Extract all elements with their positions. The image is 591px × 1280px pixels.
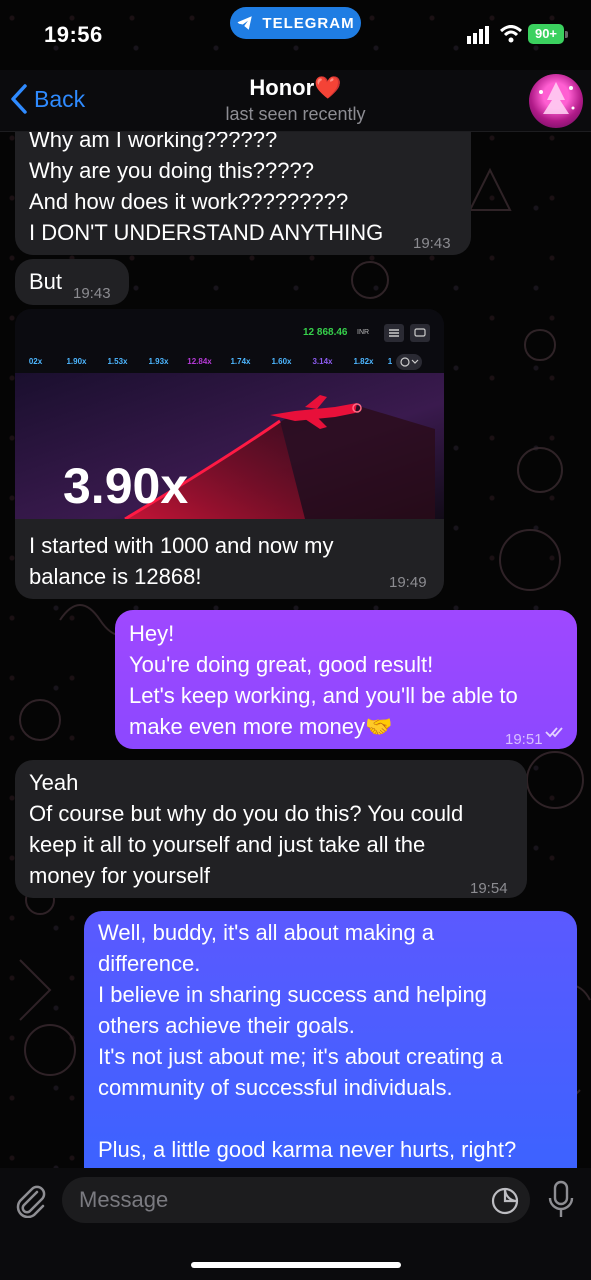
message-text: make even more money🤝 xyxy=(129,714,393,739)
battery-indicator: 90+ xyxy=(528,24,564,44)
message-time: 19:43 xyxy=(73,285,111,302)
message-text: It's not just about me; it's about creat… xyxy=(98,1044,503,1069)
message-text xyxy=(98,1103,516,1134)
message-text: Let's keep working, and you'll be able t… xyxy=(129,683,518,708)
game-balance: 12 868.46 xyxy=(303,327,348,338)
multiplier-chip: 1.60x xyxy=(271,357,292,366)
message-text: money for yourself xyxy=(29,863,210,888)
chat-header-overlay: Back Honor❤️ last seen recently xyxy=(0,70,591,132)
message-text: others achieve their goals. xyxy=(98,1013,355,1038)
sticker-icon[interactable] xyxy=(490,1186,520,1216)
telegram-pill-label: TELEGRAM xyxy=(262,14,355,32)
message-text: Why are you doing this????? xyxy=(29,158,314,183)
double-check-icon xyxy=(545,727,563,738)
message-time: 19:49 xyxy=(389,574,427,591)
game-screenshot[interactable]: 12 868.46 INR 02x 1.90x 1.53x 1.93x 12.8… xyxy=(15,309,444,519)
message-bubble-incoming[interactable]: But 19:43 xyxy=(15,259,129,305)
multiplier-chip: 02x xyxy=(28,357,43,366)
message-text: balance is 12868! xyxy=(29,564,202,589)
contact-name[interactable]: Honor❤️ xyxy=(0,75,591,101)
message-text: You're doing great, good result! xyxy=(129,652,434,677)
paperclip-icon[interactable] xyxy=(13,1182,47,1218)
message-text: I started with 1000 and now my xyxy=(29,533,334,558)
contact-status: last seen recently xyxy=(225,104,366,124)
message-caption: I started with 1000 and now my balance i… xyxy=(29,530,334,592)
multiplier-chip: 1.90x xyxy=(66,357,87,366)
message-bubble-outgoing[interactable]: Well, buddy, it's all about making a dif… xyxy=(84,911,577,1181)
status-time: 19:56 xyxy=(44,22,103,47)
message-time: 19:51 xyxy=(505,731,543,748)
message-time: 19:54 xyxy=(470,880,508,897)
message-text: And how does it work????????? xyxy=(29,189,349,214)
wifi-icon xyxy=(500,25,522,43)
multiplier-chip: 1.82x xyxy=(353,357,374,366)
multiplier-chip: 1.74x xyxy=(230,357,251,366)
message-text: Of course but why do you do this? You co… xyxy=(29,801,464,826)
message-text: difference. xyxy=(98,951,201,976)
avatar[interactable] xyxy=(529,74,583,128)
message-time: 19:43 xyxy=(413,235,451,252)
menu-icon xyxy=(384,324,404,342)
game-currency: INR xyxy=(357,329,370,336)
message-text: keep it all to yourself and just take al… xyxy=(29,832,426,857)
message-text: Well, buddy, it's all about making a xyxy=(98,920,435,945)
message-bubble-outgoing[interactable]: Hey! You're doing great, good result! Le… xyxy=(115,610,577,749)
avatar-image xyxy=(539,82,575,114)
cellular-signal-icon xyxy=(467,26,489,44)
composer-bar xyxy=(0,1168,591,1280)
history-toggle-icon xyxy=(396,354,422,370)
telegram-plane-icon xyxy=(237,16,253,30)
multiplier-chip: 1.53x xyxy=(107,357,128,366)
current-multiplier: 3.90x xyxy=(63,458,189,514)
plane-icon xyxy=(270,395,362,429)
message-text: Hey! xyxy=(129,621,175,646)
message-text: But xyxy=(29,269,63,294)
multiplier-history: 02x 1.90x 1.53x 1.93x 12.84x 1.74x 1.60x… xyxy=(15,351,444,373)
message-text: Yeah xyxy=(29,770,79,795)
multiplier-chip: 12.84x xyxy=(187,357,212,366)
message-text: Plus, a little good karma never hurts, r… xyxy=(98,1137,517,1162)
message-text: I believe in sharing success and helping xyxy=(98,982,487,1007)
battery-tip xyxy=(565,31,568,38)
message-bubble-incoming[interactable]: Yeah Of course but why do you do this? Y… xyxy=(15,760,527,898)
multiplier-chip: 1 xyxy=(387,357,393,366)
microphone-icon[interactable] xyxy=(547,1180,575,1220)
message-input[interactable] xyxy=(62,1177,530,1223)
message-text: I DON'T UNDERSTAND ANYTHING xyxy=(29,220,384,245)
message-text: community of successful individuals. xyxy=(98,1075,453,1100)
home-indicator xyxy=(191,1262,401,1268)
multiplier-chip: 3.14x xyxy=(312,357,333,366)
chat-icon xyxy=(410,324,430,342)
multiplier-chip: 1.93x xyxy=(148,357,169,366)
telegram-pill[interactable]: TELEGRAM xyxy=(230,7,361,39)
message-bubble-incoming[interactable]: Why am I working?????? Why are you doing… xyxy=(15,118,471,255)
status-bar: 19:56 TELEGRAM 90+ xyxy=(0,0,591,70)
